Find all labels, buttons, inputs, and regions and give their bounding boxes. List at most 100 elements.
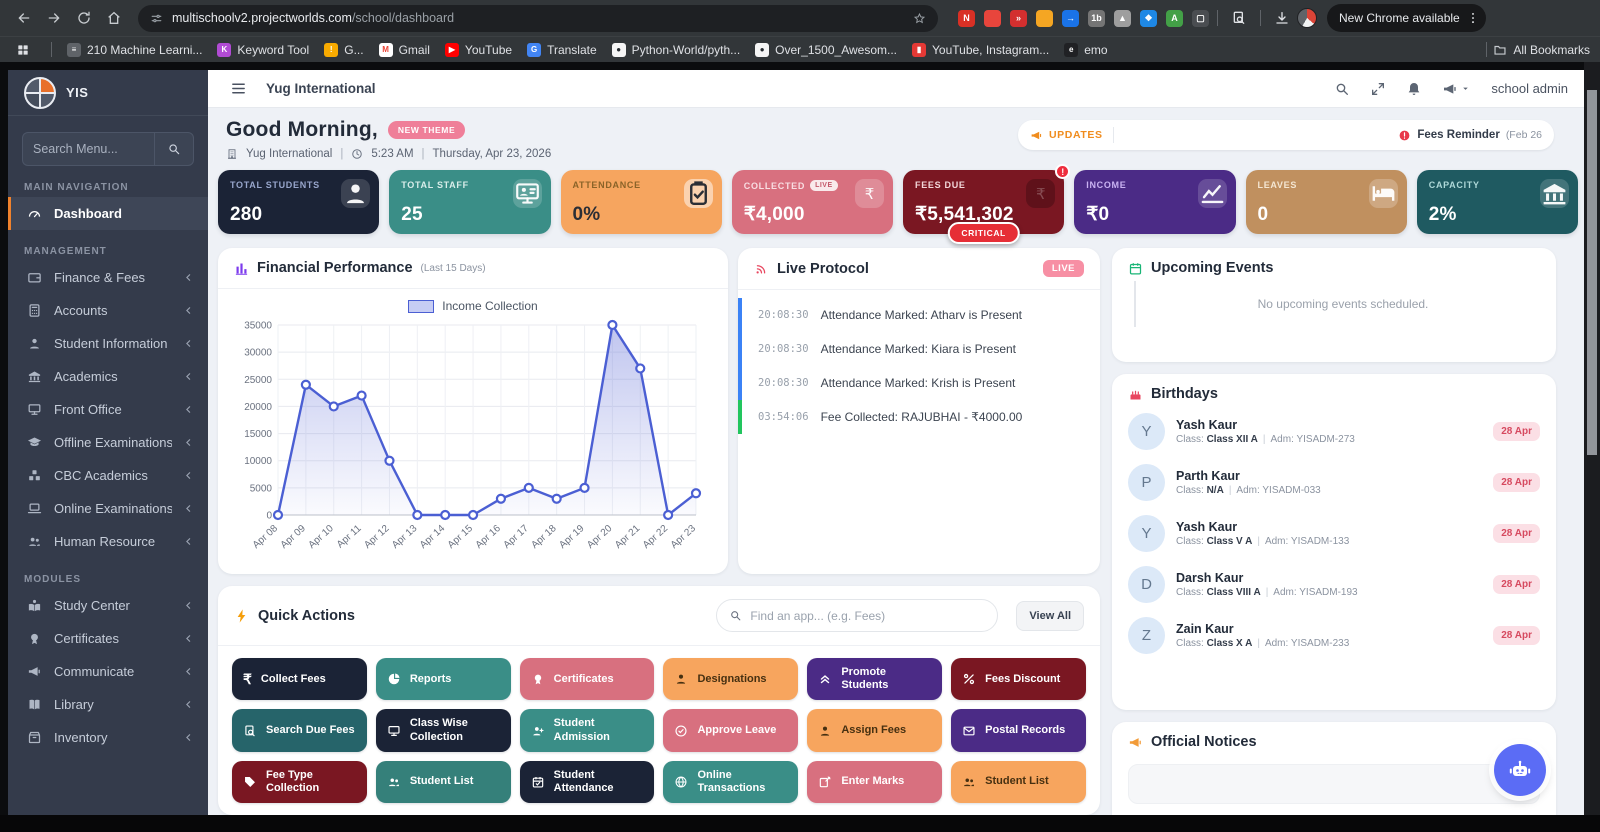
extension-icon[interactable]: » <box>1010 10 1027 27</box>
updates-ticker[interactable]: UPDATES Fees Reminder (Feb 26 <box>1018 120 1554 150</box>
quick-action-button[interactable]: Fees Discount <box>951 658 1086 700</box>
quick-action-button[interactable]: Fee Type Collection <box>232 761 367 803</box>
sidebar-item[interactable]: Student Information <box>8 327 208 360</box>
site-info-icon[interactable] <box>150 12 163 25</box>
quick-action-button[interactable]: Online Transactions <box>663 761 798 803</box>
stat-card[interactable]: COLLECTED LIVE ₹ ₹4,000 <box>732 170 893 234</box>
sidebar-item[interactable]: Online Examinations <box>8 492 208 525</box>
greeting-meta: Yug International | 5:23 AM | Thursday, … <box>226 148 551 160</box>
quick-action-button[interactable]: Reports <box>376 658 511 700</box>
quick-action-button[interactable]: Enter Marks <box>807 761 942 803</box>
scrollbar-thumb[interactable] <box>1587 90 1597 455</box>
sidebar-item[interactable]: Front Office <box>8 393 208 426</box>
sidebar-search-input[interactable] <box>22 132 154 166</box>
extension-icon[interactable]: A <box>1166 10 1183 27</box>
bookmark-item[interactable]: G Translate <box>527 43 597 57</box>
birthday-row[interactable]: Y Yash Kaur Class: Class XII A|Adm: YISA… <box>1112 406 1556 457</box>
app-search-input[interactable] <box>750 609 985 623</box>
bookmark-star-icon[interactable] <box>913 12 926 25</box>
bookmark-item[interactable]: ▮ YouTube, Instagram... <box>912 43 1049 57</box>
quick-action-button[interactable]: Student Admission <box>520 709 655 751</box>
sidebar-item[interactable]: Dashboard <box>8 197 208 230</box>
bookmark-item[interactable]: ● Over_1500_Awesom... <box>755 43 897 57</box>
extension-icon[interactable]: ▲ <box>1114 10 1131 27</box>
bookmark-item[interactable]: K Keyword Tool <box>217 43 309 57</box>
bookmark-item[interactable]: M Gmail <box>379 43 430 57</box>
sidebar-item[interactable]: Offline Examinations <box>8 426 208 459</box>
address-bar[interactable]: multischoolv2.projectworlds.com/school/d… <box>138 5 938 32</box>
sidebar-item[interactable]: Library <box>8 688 208 721</box>
brand[interactable]: YIS <box>8 70 208 116</box>
bookmark-item[interactable]: ● Python-World/pyth... <box>612 43 741 57</box>
sidebar-item[interactable]: Academics <box>8 360 208 393</box>
stat-card[interactable]: ATTENDANCE 0% <box>561 170 722 234</box>
quick-action-button[interactable]: Assign Fees <box>807 709 942 751</box>
stat-card[interactable]: LEAVES 0 <box>1246 170 1407 234</box>
sidebar-search-button[interactable] <box>154 132 194 166</box>
quick-action-button[interactable]: Search Due Fees <box>232 709 367 751</box>
download-icon[interactable] <box>1269 5 1295 31</box>
extension-icon[interactable]: ❖ <box>1140 10 1157 27</box>
reload-icon[interactable] <box>70 4 98 32</box>
quick-action-button[interactable]: Student Attendance <box>520 761 655 803</box>
chatbot-button[interactable] <box>1494 744 1546 796</box>
sidebar-item[interactable]: Communicate <box>8 655 208 688</box>
new-theme-badge: NEW THEME <box>388 121 465 139</box>
extension-icon[interactable] <box>1036 10 1053 27</box>
stat-card[interactable]: INCOME ₹0 <box>1074 170 1235 234</box>
quick-action-button[interactable]: Student List <box>376 761 511 803</box>
stat-card[interactable]: FEES DUE ₹ ! ₹5,541,302 CRITICAL <box>903 170 1064 234</box>
extension-icon[interactable]: N <box>958 10 975 27</box>
sidebar-item[interactable]: Inventory <box>8 721 208 754</box>
extension-icon[interactable]: 1b <box>1088 10 1105 27</box>
user-menu[interactable]: school admin <box>1491 81 1568 96</box>
birthday-row[interactable]: Y Yash Kaur Class: Class V A|Adm: YISADM… <box>1112 508 1556 559</box>
birthday-row[interactable]: D Darsh Kaur Class: Class VIII A|Adm: YI… <box>1112 559 1556 610</box>
view-all-button[interactable]: View All <box>1016 601 1084 631</box>
search-icon[interactable] <box>1334 81 1350 97</box>
quick-action-button[interactable]: Student List <box>951 761 1086 803</box>
extension-icon[interactable]: → <box>1062 10 1079 27</box>
search-tab-icon[interactable] <box>1226 5 1252 31</box>
quick-action-button[interactable]: Designations <box>663 658 798 700</box>
sidebar-item[interactable]: Human Resource <box>8 525 208 558</box>
profile-avatar[interactable] <box>1297 8 1317 28</box>
birthday-row[interactable]: Z Zain Kaur Class: Class X A|Adm: YISADM… <box>1112 610 1556 661</box>
sidebar-item[interactable]: Certificates <box>8 622 208 655</box>
quick-action-button[interactable]: Class Wise Collection <box>376 709 511 751</box>
birthday-row[interactable]: P Parth Kaur Class: N/A|Adm: YISADM-033 … <box>1112 457 1556 508</box>
bookmark-item[interactable]: ≡ 210 Machine Learni... <box>67 43 202 57</box>
apps-grid-icon[interactable] <box>10 37 36 63</box>
bookmark-item[interactable]: ▶ YouTube <box>445 43 512 57</box>
new-chrome-button[interactable]: New Chrome available <box>1327 4 1486 32</box>
back-icon[interactable] <box>10 4 38 32</box>
all-bookmarks-label[interactable]: All Bookmarks <box>1513 43 1590 57</box>
stat-card[interactable]: TOTAL STAFF 25 <box>389 170 550 234</box>
sidebar-item[interactable]: Study Center <box>8 589 208 622</box>
quick-action-button[interactable]: Promote Students <box>807 658 942 700</box>
fullscreen-icon[interactable] <box>1370 81 1386 97</box>
stat-card[interactable]: CAPACITY 2% <box>1417 170 1578 234</box>
sidebar-item[interactable]: Finance & Fees <box>8 261 208 294</box>
extension-icon[interactable]: ▢ <box>1192 10 1209 27</box>
home-icon[interactable] <box>100 4 128 32</box>
quick-action-button[interactable]: ₹ Collect Fees <box>232 658 367 700</box>
bookmark-item[interactable]: e emo <box>1064 43 1107 57</box>
page-scrollbar[interactable] <box>1584 62 1600 832</box>
chart-legend[interactable]: Income Collection <box>232 299 714 313</box>
sidebar-item[interactable]: CBC Academics <box>8 459 208 492</box>
notifications-bell-icon[interactable] <box>1406 81 1422 97</box>
forward-icon[interactable] <box>40 4 68 32</box>
quick-action-button[interactable]: Approve Leave <box>663 709 798 751</box>
quick-action-button[interactable]: Postal Records <box>951 709 1086 751</box>
sidebar-item[interactable]: Accounts <box>8 294 208 327</box>
hamburger-menu-icon[interactable] <box>224 75 252 103</box>
stat-card[interactable]: TOTAL STUDENTS 280 <box>218 170 379 234</box>
chevron-left-icon <box>183 503 194 514</box>
announcements-dropdown[interactable] <box>1442 81 1471 97</box>
kebab-menu-icon[interactable] <box>1466 11 1480 25</box>
bookmark-item[interactable]: ! G... <box>324 43 363 57</box>
quick-action-button[interactable]: Certificates <box>520 658 655 700</box>
quick-action-icon <box>962 672 976 686</box>
extension-icon[interactable] <box>984 10 1001 27</box>
